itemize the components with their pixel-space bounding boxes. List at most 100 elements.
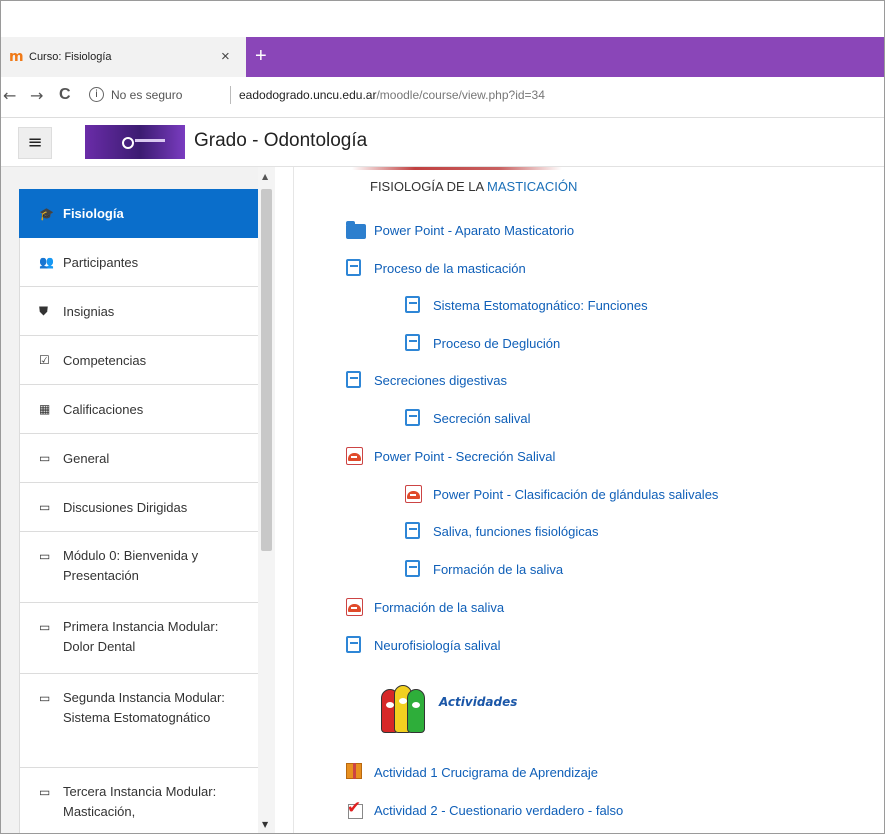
nav-item-label: Insignias: [63, 303, 115, 319]
activity-label: Secreciones digestivas: [374, 372, 507, 388]
url-field[interactable]: eadodogrado.uncu.edu.ar/moodle/course/vi…: [239, 88, 545, 102]
sidebar-scrollbar[interactable]: ▲ ▼: [258, 167, 275, 833]
page-icon: [405, 334, 425, 352]
page-icon: [405, 296, 425, 314]
nav-item-participantes[interactable]: 👥 Participantes: [19, 238, 267, 287]
nav-item-label: Competencias: [63, 352, 147, 368]
course-content: FISIOLOGÍA DE LA MASTICACIÓN Power Point…: [294, 167, 884, 833]
menu-toggle-icon[interactable]: ≡: [18, 127, 52, 159]
activity-link[interactable]: Secreciones digestivas: [346, 371, 507, 389]
nav-item-fisiologia[interactable]: 🎓 Fisiología: [19, 189, 267, 238]
nav-item-discusiones[interactable]: ▭ Discusiones Dirigidas: [19, 483, 267, 532]
page-icon: [405, 560, 425, 578]
activity-link[interactable]: Saliva, funciones fisiológicas: [405, 522, 598, 540]
page-icon: [346, 636, 366, 654]
page-icon: [346, 259, 366, 277]
activity-label: Proceso de Deglución: [433, 335, 561, 351]
browser-tab[interactable]: m Curso: Fisiología ×: [1, 37, 246, 77]
nav-item-label: Participantes: [63, 254, 139, 270]
new-tab-button[interactable]: +: [255, 45, 267, 68]
activity-link[interactable]: Proceso de la masticación: [346, 259, 526, 277]
folder-icon: ▭: [39, 500, 51, 514]
tab-close-icon[interactable]: ×: [221, 48, 230, 65]
activity-label: Saliva, funciones fisiológicas: [433, 523, 599, 539]
nav-item-label: Discusiones Dirigidas: [63, 499, 188, 515]
activity-label: Power Point - Aparato Masticatorio: [374, 222, 575, 238]
pdf-icon: [346, 598, 366, 616]
activity-link[interactable]: Proceso de Deglución: [405, 334, 560, 352]
folder-icon: ▭: [39, 691, 51, 705]
tab-title: Curso: Fisiología: [29, 51, 112, 63]
activity-link[interactable]: Power Point - Secreción Salival: [346, 447, 555, 465]
nav-item-general[interactable]: ▭ General: [19, 434, 267, 483]
folder-icon: [346, 221, 366, 239]
page-icon: [405, 522, 425, 540]
section-title-prefix: FISIOLOGÍA DE LA: [370, 179, 488, 194]
activity-link[interactable]: Formación de la saliva: [346, 598, 504, 616]
nav-item-label: Fisiología: [63, 206, 124, 221]
nav-item-primera-instancia[interactable]: ▭ Primera Instancia Modular: Dolor Denta…: [19, 603, 267, 674]
forward-arrow-icon[interactable]: →: [30, 86, 43, 105]
scrollbar-thumb[interactable]: [261, 189, 272, 551]
gift-icon: [346, 763, 366, 781]
activity-link[interactable]: Actividad 1 Crucigrama de Aprendizaje: [346, 763, 598, 781]
activity-link[interactable]: Sistema Estomatognático: Funciones: [405, 296, 648, 314]
nav-item-label: Calificaciones: [63, 401, 144, 417]
scroll-up-icon[interactable]: ▲: [262, 172, 268, 181]
moodle-favicon-icon: m: [9, 49, 24, 65]
nav-item-label: General: [63, 450, 110, 466]
activity-link[interactable]: Neurofisiología salival: [346, 636, 500, 654]
activity-label: Sistema Estomatognático: Funciones: [433, 297, 648, 313]
url-path: /moodle/course/view.php?id=34: [376, 88, 545, 102]
page-icon: [405, 409, 425, 427]
nav-item-tercera-instancia[interactable]: ▭ Tercera Instancia Modular: Masticación…: [19, 768, 267, 833]
tab-bar: m Curso: Fisiología × +: [1, 37, 884, 77]
security-status[interactable]: No es seguro: [111, 88, 182, 102]
nav-item-modulo-0[interactable]: ▭ Módulo 0: Bienvenida y Presentación: [19, 532, 267, 603]
section-title: FISIOLOGÍA DE LA MASTICACIÓN: [370, 179, 577, 194]
pdf-icon: [405, 485, 425, 503]
activity-label: Actividad 2 - Cuestionario verdadero - f…: [374, 802, 624, 818]
nav-item-insignias[interactable]: ⛊ Insignias: [19, 287, 267, 336]
users-icon: 👥: [39, 255, 54, 269]
folder-icon: ▭: [39, 451, 51, 465]
nav-item-label: Módulo 0: Bienvenida y Presentación: [63, 548, 199, 583]
nav-item-label: Primera Instancia Modular: Dolor Dental: [63, 619, 219, 654]
site-logo[interactable]: [85, 125, 185, 159]
logo-wordmark: [135, 139, 165, 142]
activity-link[interactable]: Power Point - Aparato Masticatorio: [346, 221, 574, 239]
section-title-highlight: MASTICACIÓN: [487, 179, 578, 194]
nav-drawer-list: 🎓 Fisiología 👥 Participantes ⛊ Insignias…: [19, 189, 267, 833]
activity-link[interactable]: Secreción salival: [405, 409, 531, 427]
activity-label: Neurofisiología salival: [374, 637, 501, 653]
activity-link[interactable]: Actividad 2 - Cuestionario verdadero - f…: [346, 798, 624, 819]
activities-banner: Actividades: [379, 667, 539, 739]
folder-icon: ▭: [39, 785, 51, 799]
checkbox-icon: ☑: [39, 353, 50, 367]
section-banner-decoration: [352, 167, 562, 170]
address-separator: [230, 86, 231, 104]
page-icon: [346, 371, 366, 389]
pencil-character-green-icon: [407, 689, 425, 733]
reload-icon[interactable]: C: [59, 86, 71, 104]
nav-item-calificaciones[interactable]: ▦ Calificaciones: [19, 385, 267, 434]
back-arrow-icon[interactable]: ←: [3, 86, 16, 105]
quiz-checkmark-icon: [346, 798, 366, 819]
nav-drawer: 🎓 Fisiología 👥 Participantes ⛊ Insignias…: [1, 167, 267, 833]
folder-icon: ▭: [39, 549, 51, 563]
graduation-cap-icon: 🎓: [39, 206, 54, 221]
shield-icon: ⛊: [39, 303, 49, 318]
activity-link[interactable]: Formación de la saliva: [405, 560, 563, 578]
nav-item-competencias[interactable]: ☑ Competencias: [19, 336, 267, 385]
activity-label: Secreción salival: [433, 410, 531, 426]
activity-label: Formación de la saliva: [433, 561, 564, 577]
activity-link[interactable]: Power Point - Clasificación de glándulas…: [405, 485, 718, 503]
activity-label: Power Point - Clasificación de glándulas…: [433, 486, 719, 502]
pdf-icon: [346, 447, 366, 465]
address-bar-row: ← → C i No es seguro eadodogrado.uncu.ed…: [1, 77, 884, 118]
info-icon[interactable]: i: [89, 87, 104, 102]
site-name[interactable]: Grado - Odontología: [194, 130, 367, 152]
nav-item-segunda-instancia[interactable]: ▭ Segunda Instancia Modular: Sistema Est…: [19, 674, 267, 768]
activity-label: Proceso de la masticación: [374, 260, 526, 276]
scroll-down-icon[interactable]: ▼: [262, 820, 268, 829]
